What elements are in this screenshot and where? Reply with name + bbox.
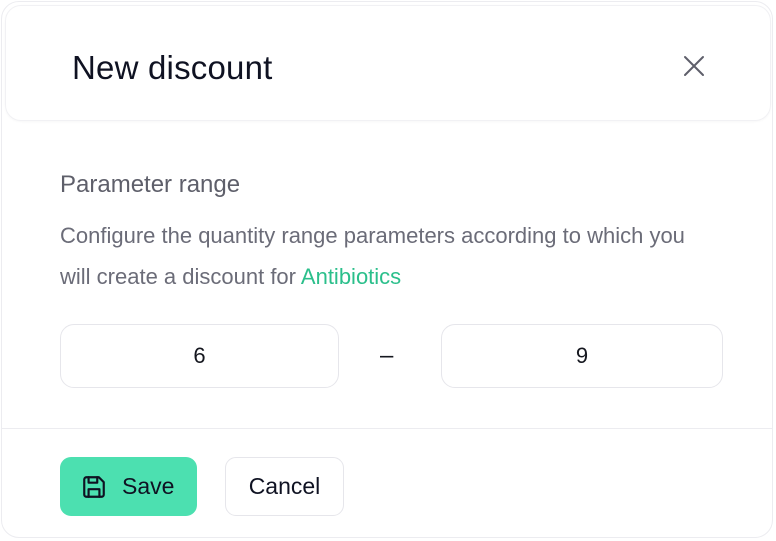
save-button[interactable]: Save [60, 457, 197, 516]
close-icon [684, 56, 704, 76]
footer-divider [2, 428, 772, 429]
range-separator: – [380, 342, 394, 369]
range-min-input[interactable] [60, 324, 339, 388]
cancel-button[interactable]: Cancel [225, 457, 344, 516]
parameter-range-heading: Parameter range [60, 171, 241, 198]
save-button-label: Save [122, 473, 175, 499]
close-button[interactable] [674, 46, 714, 86]
parameter-range-description: Configure the quantity range parameters … [60, 215, 700, 297]
range-max-input[interactable] [441, 324, 723, 388]
dialog-header: New discount [5, 5, 771, 121]
save-icon [81, 474, 107, 500]
new-discount-dialog: New discount Parameter range Configure t… [1, 1, 773, 538]
dialog-title: New discount [72, 49, 273, 86]
product-name-link[interactable]: Antibiotics [301, 264, 401, 289]
